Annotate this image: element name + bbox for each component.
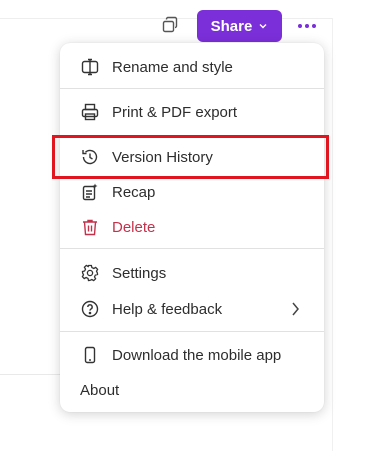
options-menu: Rename and style Print & PDF export Vers… (60, 43, 324, 412)
menu-item-help-feedback[interactable]: Help & feedback (60, 291, 324, 327)
menu-item-settings[interactable]: Settings (60, 255, 324, 291)
more-dot (298, 24, 302, 28)
more-dot (305, 24, 309, 28)
background-divider (0, 374, 60, 375)
menu-item-label: Version History (112, 148, 213, 166)
menu-item-label: Recap (112, 183, 156, 201)
recap-icon (80, 182, 100, 202)
menu-item-about[interactable]: About (60, 372, 324, 408)
top-bar (0, 0, 372, 19)
menu-item-print-pdf-export[interactable]: Print & PDF export (60, 94, 324, 130)
trash-icon (80, 217, 100, 237)
menu-item-recap[interactable]: Recap (60, 174, 324, 210)
help-icon (80, 299, 100, 319)
menu-item-label: Help & feedback (112, 300, 223, 318)
menu-item-label: Rename and style (112, 58, 233, 76)
gear-icon (80, 263, 100, 283)
phone-icon (80, 345, 100, 365)
share-label: Share (210, 17, 253, 35)
history-icon (80, 147, 100, 167)
share-button[interactable]: Share (197, 10, 282, 42)
more-options-button[interactable] (294, 18, 320, 34)
right-panel-background (332, 18, 372, 451)
menu-item-delete[interactable]: Delete (60, 209, 324, 245)
menu-item-label: About (80, 381, 120, 399)
menu-item-download-mobile-app[interactable]: Download the mobile app (60, 337, 324, 373)
printer-icon (80, 102, 100, 122)
more-dot (312, 24, 316, 28)
menu-item-label: Settings (112, 264, 167, 282)
menu-divider (60, 88, 324, 89)
menu-item-label: Print & PDF export (112, 103, 238, 121)
menu-item-label: Download the mobile app (112, 346, 282, 364)
chevron-right-icon (290, 301, 300, 321)
copy-button[interactable] (158, 15, 182, 39)
copy-icon (160, 15, 180, 40)
menu-item-rename-and-style[interactable]: Rename and style (60, 49, 324, 85)
menu-item-version-history[interactable]: Version History (60, 139, 324, 175)
menu-divider (60, 248, 324, 249)
menu-item-label: Delete (112, 218, 156, 236)
chevron-down-icon (258, 21, 268, 31)
menu-divider (60, 331, 324, 332)
rename-icon (80, 57, 100, 77)
